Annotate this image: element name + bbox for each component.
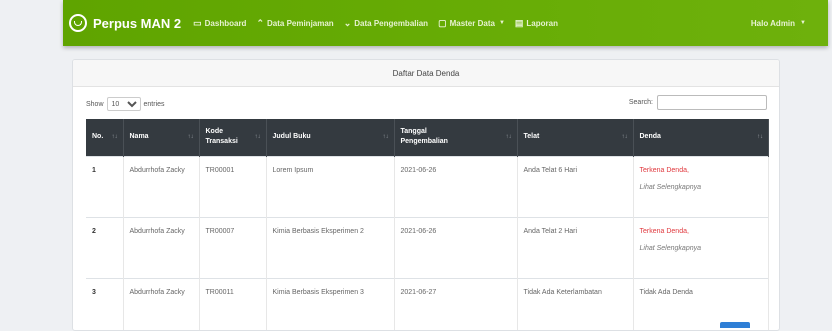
sort-icon: ↑↓ [621,134,628,141]
cell-nama: Abdurrhofa Zacky [123,216,200,278]
sort-icon: ↑↓ [111,134,118,141]
cell-kode: TR00011 [199,277,267,330]
cell-kode: TR00001 [199,155,267,217]
cell-kode: TR00007 [199,216,267,278]
cell-tanggal: 2021-06-26 [394,216,518,278]
sort-icon: ↑↓ [757,134,763,141]
show-entries: Show 10 entries [86,97,165,111]
cell-judul: Lorem Ipsum [266,155,395,217]
cell-denda: Terkena Denda, Lihat Selengkapnya [633,216,769,278]
report-icon: ▤ [514,17,524,28]
cell-judul: Kimia Berbasis Eksperimen 2 [266,216,395,278]
brand-title: Perpus MAN 2 [93,15,182,31]
cell-judul: Kimia Berbasis Eksperimen 3 [266,277,395,330]
lihat-selengkapnya-link[interactable]: Lihat Selengkapnya [640,183,763,193]
header-nama[interactable]: Nama ↑↓ [123,119,200,156]
header-tanggal-pengembalian[interactable]: Tanggal Pengembalian ↑↓ [394,119,518,156]
table-row: 2 Abdurrhofa Zacky TR00007 Kimia Berbasi… [86,216,769,278]
denda-table: No. ↑↓ Nama ↑↓ Kode Transaksi ↑↓ Judul Buku… [86,119,769,330]
cell-no: 3 [86,277,124,330]
cell-telat: Anda Telat 2 Hari [517,216,634,278]
user-greeting: Halo Admin [750,18,796,28]
cell-denda: Terkena Denda, Lihat Selengkapnya [633,155,769,217]
arrow-up-icon: ⌃ [256,17,264,28]
header-denda[interactable]: Denda ↑↓ [633,119,769,156]
lihat-selengkapnya-link[interactable]: Lihat Selengkapnya [640,244,763,254]
cell-no: 1 [86,155,124,217]
nav-item-data-peminjaman[interactable]: ⌃ Data Peminjaman [256,18,333,29]
sort-icon: ↑↓ [187,134,194,141]
sort-icon: ↑↓ [505,134,512,141]
cell-tanggal: 2021-06-26 [394,155,518,217]
nav-item-data-pengembalian[interactable]: ⌄ Data Pengembalian [344,18,428,29]
sort-icon: ↑↓ [382,134,389,141]
denda-card: Daftar Data Denda Show 10 entries Search… [72,59,780,331]
cell-nama: Abdurrhofa Zacky [123,155,200,217]
cell-telat: Anda Telat 6 Hari [517,155,634,217]
arrow-down-icon: ⌄ [343,17,352,28]
header-kode-transaksi[interactable]: Kode Transaksi ↑↓ [199,119,267,156]
cell-no: 2 [86,216,124,278]
cell-tanggal: 2021-06-27 [394,277,518,330]
pagination-active-page[interactable] [720,322,750,328]
search-input[interactable] [657,95,767,110]
monitor-icon: ▭ [193,17,202,28]
table-header-row: No. ↑↓ Nama ↑↓ Kode Transaksi ↑↓ Judul Buku… [86,119,769,156]
header-no[interactable]: No. ↑↓ [86,119,124,156]
nav-item-dashboard[interactable]: ▭ Dashboard [193,18,246,29]
denda-status: Tidak Ada Denda [639,288,693,296]
cell-nama: Abdurrhofa Zacky [123,277,200,330]
card-title: Daftar Data Denda [73,60,779,87]
entries-select[interactable]: 10 [106,97,141,111]
cell-telat: Tidak Ada Keterlambatan [517,277,634,330]
caret-down-icon: ▼ [800,20,806,26]
sort-icon: ↑↓ [254,134,261,141]
caret-down-icon: ▼ [498,20,505,26]
folder-icon: ▢ [438,17,447,28]
book-logo-icon [69,14,87,32]
top-navbar: Perpus MAN 2 ▭ Dashboard ⌃ Data Peminjam… [63,0,828,46]
user-menu[interactable]: Halo Admin ▼ [751,19,806,28]
brand[interactable]: Perpus MAN 2 [69,14,181,32]
search-box: Search: [629,95,767,110]
table-row: 1 Abdurrhofa Zacky TR00001 Lorem Ipsum 2… [86,155,769,217]
denda-status: Terkena Denda, [639,227,689,235]
header-judul-buku[interactable]: Judul Buku ↑↓ [266,119,395,156]
denda-status: Terkena Denda, [639,166,689,174]
header-telat[interactable]: Telat ↑↓ [517,119,634,156]
nav-item-master-data[interactable]: ▢ Master Data ▼ [438,18,505,29]
table-row: 3 Abdurrhofa Zacky TR00011 Kimia Berbasi… [86,277,769,330]
nav-item-laporan[interactable]: ▤ Laporan [515,18,558,29]
